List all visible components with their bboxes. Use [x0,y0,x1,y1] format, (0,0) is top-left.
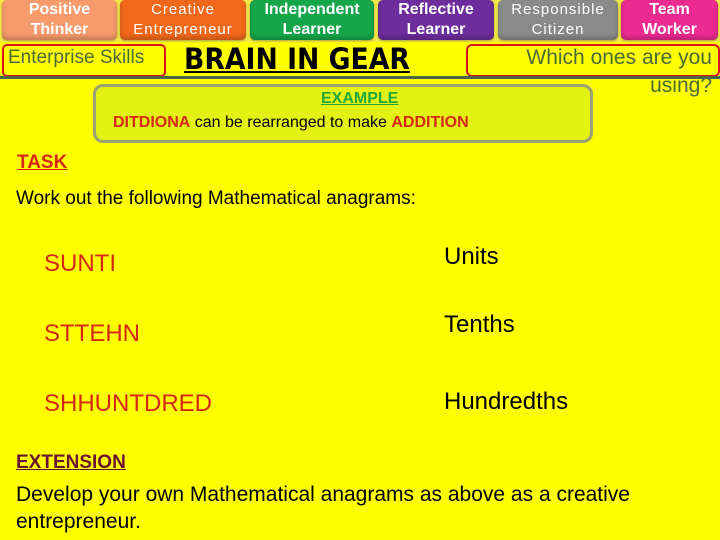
header-divider [0,76,720,79]
enterprise-skills-bar: Positive Thinker Creative Entrepreneur I… [0,0,720,42]
skill-independent-learner[interactable]: Independent Learner [250,0,374,40]
skill-label-line1: Responsible [511,1,605,18]
skill-reflective-learner[interactable]: Reflective Learner [378,0,494,40]
skill-label-line1: Team [649,1,690,18]
skill-positive-thinker[interactable]: Positive Thinker [2,0,117,40]
example-middle-text: can be rearranged to make [190,114,392,131]
skill-label-line1: Positive [28,1,91,18]
anagram-answer: Tenths [444,311,515,338]
skill-team-worker[interactable]: Team Worker [621,0,718,40]
skill-label-line2: Citizen [531,21,585,38]
example-sentence: DITDIONA can be rearranged to make ADDIT… [113,114,469,132]
task-instruction: Work out the following Mathematical anag… [16,188,416,209]
anagram-item: SUNTI [44,250,116,277]
anagram-answer: Hundredths [444,388,569,415]
skill-creative-entrepreneur[interactable]: Creative Entrepreneur [120,0,246,40]
anagram-item: STTEHN [44,320,140,347]
example-title: EXAMPLE [321,90,399,107]
skill-responsible-citizen[interactable]: Responsible Citizen [498,0,618,40]
example-scrambled-word: DITDIONA [113,114,191,131]
anagram-item: SHHUNTDRED [44,390,212,417]
anagram-answer: Units [444,243,499,270]
extension-text: Develop your own Mathematical anagrams a… [16,483,630,533]
skill-label-line2: Worker [642,21,697,38]
skill-label-line1: Reflective [398,1,474,18]
enterprise-skills-label: Enterprise Skills [8,47,145,68]
skill-label-line2: Thinker [30,21,89,38]
skill-label-line2: Learner [282,21,342,38]
extension-heading: EXTENSION [16,452,126,473]
skill-label-line1: Creative [151,1,215,18]
skill-label-line1: Independent [264,1,360,18]
example-answer-word: ADDITION [391,114,469,131]
question-line1: Which ones are you [526,46,712,69]
page-title: BRAIN IN GEAR [184,42,410,76]
task-heading: TASK [17,152,68,173]
skill-label-line2: Learner [406,21,466,38]
skill-label-line2: Entrepreneur [133,21,233,38]
